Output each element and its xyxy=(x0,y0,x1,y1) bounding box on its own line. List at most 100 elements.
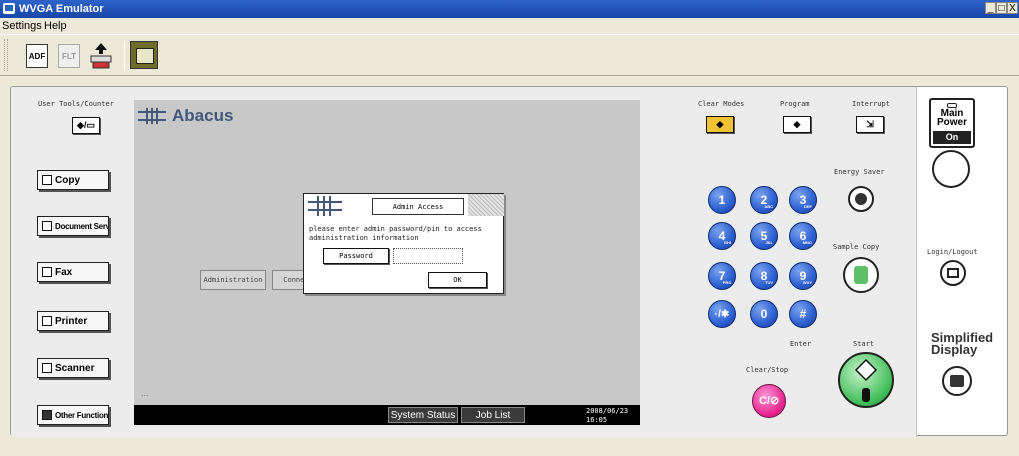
energy-saver-icon xyxy=(855,193,867,205)
sample-copy-icon xyxy=(854,266,868,284)
minimize-button[interactable]: _ xyxy=(985,2,996,14)
copy-label: Copy xyxy=(55,174,80,186)
other-function-button[interactable]: Other Function xyxy=(37,405,109,425)
user-tools-icon: ◆/▭ xyxy=(77,120,95,130)
scanner-button[interactable]: Scanner xyxy=(37,358,109,378)
clear-modes-icon: ◆ xyxy=(716,119,724,129)
clear-modes-label: Clear Modes xyxy=(698,100,745,108)
key-hash[interactable]: # xyxy=(789,300,817,328)
main-power-line2: Power xyxy=(936,117,967,128)
login-logout-label: Login/Logout xyxy=(927,248,978,256)
simplified-line2: Display xyxy=(931,342,978,357)
start-icon xyxy=(854,358,878,402)
toolbar: ADF FLT xyxy=(0,34,1019,76)
key-6[interactable]: 6 MNO xyxy=(789,222,817,250)
eject-paper-button[interactable] xyxy=(86,41,116,71)
close-button[interactable]: X xyxy=(1007,2,1018,14)
main-power-indicator: Main Power On xyxy=(929,98,975,148)
scanner-label: Scanner xyxy=(55,362,95,374)
user-tools-button[interactable]: ◆/▭ xyxy=(72,117,100,134)
admin-access-dialog: Admin Access please enter admin password… xyxy=(303,193,504,294)
printer-icon xyxy=(42,316,52,326)
screen-status-bar: System Status Job List 2008/06/23 16:05 xyxy=(134,405,640,425)
interrupt-icon: ⇲ xyxy=(866,119,874,129)
user-tools-label: User Tools/Counter xyxy=(38,100,114,108)
simplified-display-icon xyxy=(950,375,964,387)
start-label: Start xyxy=(853,340,875,348)
title-bar: WVGA Emulator _ □ X xyxy=(0,0,1019,18)
dialog-title: Admin Access xyxy=(372,198,464,215)
key-2[interactable]: 2 ABC xyxy=(750,186,778,214)
scanner-icon xyxy=(42,363,52,373)
administration-tab[interactable]: Administration xyxy=(200,270,266,290)
window-title: WVGA Emulator xyxy=(19,3,104,15)
eject-paper-icon xyxy=(90,43,112,69)
document-server-button[interactable]: Document Server xyxy=(37,216,109,236)
fax-button[interactable]: Fax xyxy=(37,262,109,282)
other-function-label: Other Function xyxy=(55,410,109,420)
dialog-title-pattern xyxy=(468,194,504,216)
document-server-label: Document Server xyxy=(55,221,108,231)
key-5[interactable]: 5 JKL xyxy=(750,222,778,250)
clear-modes-button[interactable]: ◆ xyxy=(706,116,734,133)
menu-bar: Settings Help xyxy=(0,18,1019,34)
key-8[interactable]: 8 TUV xyxy=(750,262,778,290)
clear-stop-button[interactable]: C/⊘ xyxy=(752,384,786,418)
energy-saver-label: Energy Saver xyxy=(834,168,885,176)
key-9[interactable]: 9 WXY xyxy=(789,262,817,290)
program-button[interactable]: ◆ xyxy=(783,116,811,133)
copy-icon xyxy=(42,175,52,185)
app-icon xyxy=(3,3,15,14)
sample-copy-label: Sample Copy xyxy=(833,243,880,251)
key-7[interactable]: 7 PRS xyxy=(708,262,736,290)
main-power-button[interactable] xyxy=(932,150,970,188)
ok-button[interactable]: OK xyxy=(428,272,487,288)
fax-icon xyxy=(42,267,52,277)
other-function-icon xyxy=(42,410,52,420)
program-label: Program xyxy=(780,100,810,108)
password-button[interactable]: Password xyxy=(323,248,389,264)
abacus-logo-text: Abacus xyxy=(172,106,234,125)
datetime: 2008/06/23 16:05 xyxy=(586,407,628,425)
simplified-display-label: Simplified Display xyxy=(931,331,993,357)
login-logout-icon xyxy=(947,268,959,278)
emulator-window: WVGA Emulator _ □ X Settings Help ADF FL… xyxy=(0,0,1019,456)
clear-stop-icon: C/⊘ xyxy=(759,395,780,407)
toolbar-grip[interactable] xyxy=(4,39,8,71)
key-1[interactable]: 1 xyxy=(708,186,736,214)
key-4[interactable]: 4 GHI xyxy=(708,222,736,250)
toolbar-separator xyxy=(124,41,125,71)
date-text: 2008/06/23 xyxy=(586,407,629,415)
key-star[interactable]: ·/✱ xyxy=(708,300,736,328)
dialog-message: please enter admin password/pin to acces… xyxy=(309,225,482,242)
simplified-display-button[interactable] xyxy=(942,366,972,396)
login-logout-button[interactable] xyxy=(940,260,966,286)
job-list-button[interactable]: Job List xyxy=(461,407,525,423)
program-icon: ◆ xyxy=(793,119,801,129)
time-text: 16:05 xyxy=(586,416,608,424)
start-button[interactable] xyxy=(838,352,894,408)
interrupt-label: Interrupt xyxy=(852,100,890,108)
menu-help[interactable]: Help xyxy=(44,18,67,34)
adf-button[interactable]: ADF xyxy=(22,41,52,71)
printer-button[interactable]: Printer xyxy=(37,311,109,331)
flatbed-button[interactable]: FLT xyxy=(54,41,84,71)
screen-ellipsis: ... xyxy=(141,388,149,398)
panel-view-button[interactable] xyxy=(130,41,158,69)
key-0[interactable]: 0 xyxy=(750,300,778,328)
interrupt-button[interactable]: ⇲ xyxy=(856,116,884,133)
flatbed-icon: FLT xyxy=(58,44,80,68)
printer-label: Printer xyxy=(55,315,88,327)
key-3[interactable]: 3 DEF xyxy=(789,186,817,214)
sample-copy-button[interactable] xyxy=(843,257,879,293)
main-power-on: On xyxy=(933,131,971,144)
document-server-icon xyxy=(42,221,52,231)
abacus-logo-icon xyxy=(138,108,166,124)
energy-saver-button[interactable] xyxy=(848,186,874,212)
copy-button[interactable]: Copy xyxy=(37,170,109,190)
password-input[interactable] xyxy=(393,248,463,264)
maximize-button[interactable]: □ xyxy=(996,2,1007,14)
menu-settings[interactable]: Settings xyxy=(2,18,42,34)
enter-label: Enter xyxy=(790,340,812,348)
system-status-button[interactable]: System Status xyxy=(388,407,458,423)
